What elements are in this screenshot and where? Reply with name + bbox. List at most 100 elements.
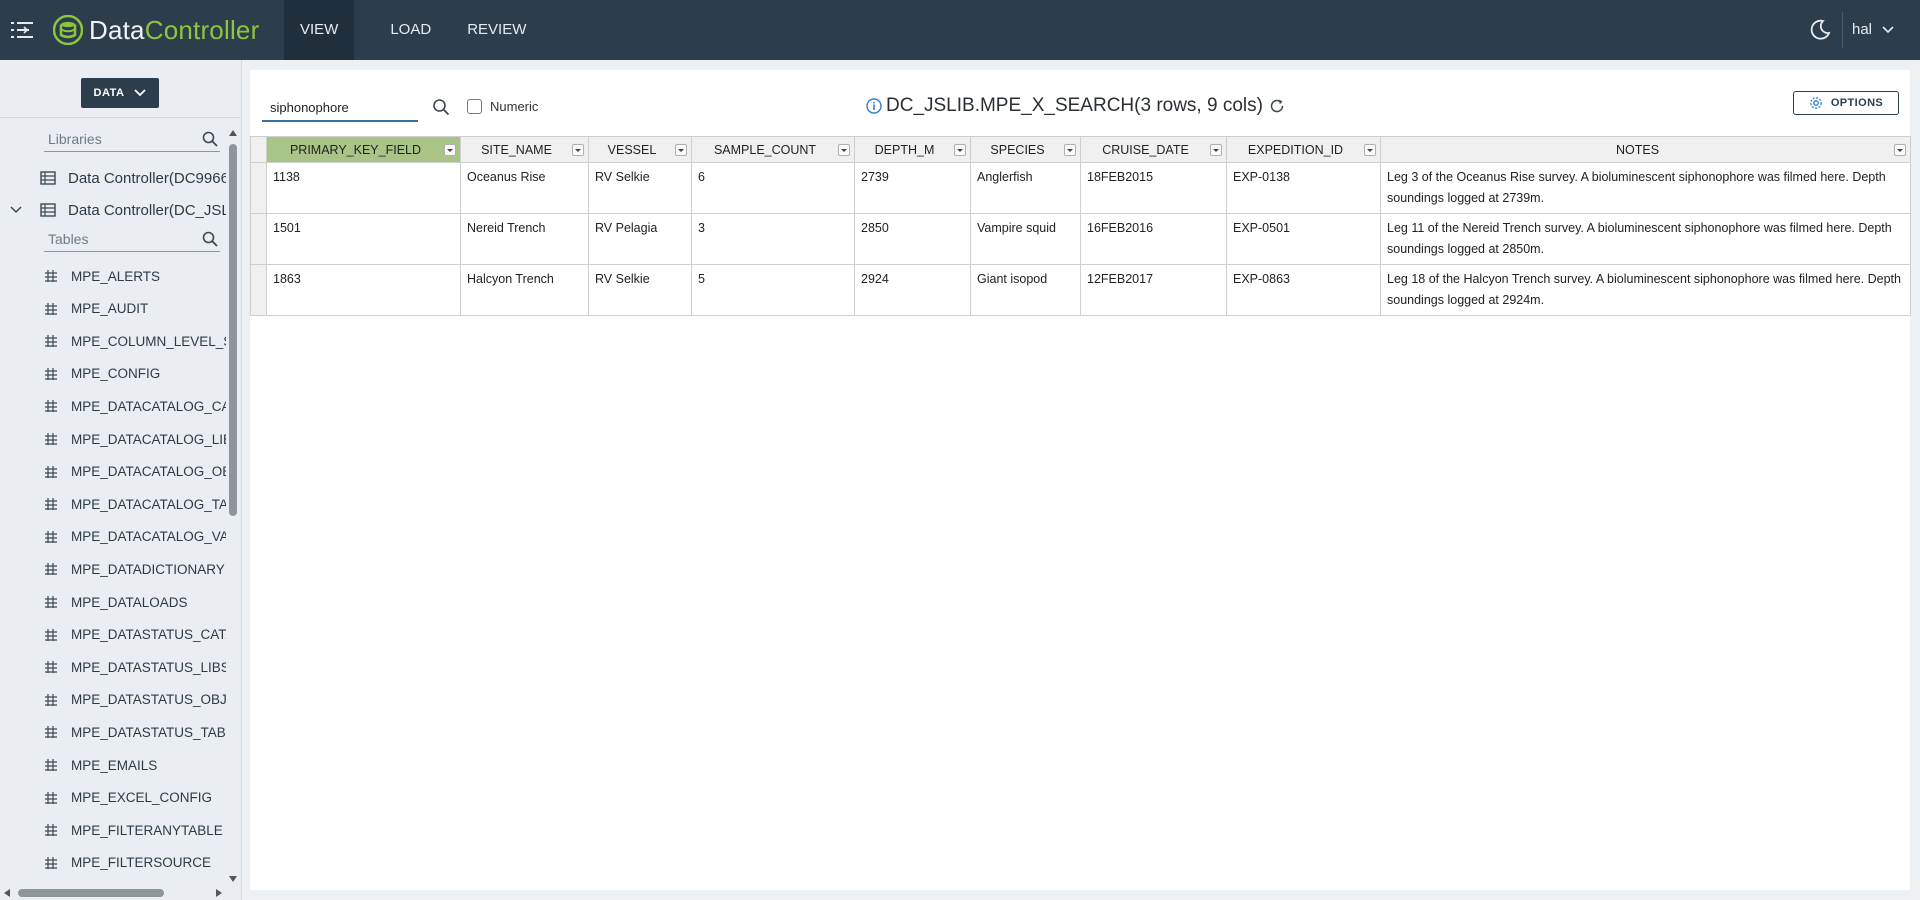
- table-cell[interactable]: RV Selkie: [588, 264, 692, 316]
- table-list-item[interactable]: MPE_DATADICTIONARY: [0, 554, 226, 584]
- column-header-sample-count[interactable]: SAMPLE_COUNT: [691, 136, 855, 163]
- library-item[interactable]: Data Controller(DC996664): [0, 163, 226, 193]
- table-cell[interactable]: RV Pelagia: [588, 213, 692, 265]
- grid-corner-cell[interactable]: [250, 136, 267, 163]
- table-cell[interactable]: Leg 11 of the Nereid Trench survey. A bi…: [1380, 213, 1911, 265]
- info-icon[interactable]: [866, 98, 882, 114]
- table-cell[interactable]: 12FEB2017: [1080, 264, 1227, 316]
- search-icon[interactable]: [432, 98, 450, 116]
- table-list-item[interactable]: MPE_DATACATALOG_CAT: [0, 391, 226, 421]
- column-header-cruise-date[interactable]: CRUISE_DATE: [1080, 136, 1227, 163]
- table-list-item[interactable]: MPE_DATASTATUS_OBJS: [0, 685, 226, 715]
- library-item-expanded[interactable]: Data Controller(DC_JSLIB): [0, 195, 226, 225]
- table-cell[interactable]: Nereid Trench: [460, 213, 589, 265]
- table-cell[interactable]: 2850: [854, 213, 971, 265]
- table-list-item[interactable]: MPE_FILTERSOURCE: [0, 848, 226, 878]
- tables-search-input[interactable]: Tables: [44, 228, 220, 252]
- scrollbar-thumb[interactable]: [229, 144, 237, 516]
- table-list-item[interactable]: MPE_CONFIG: [0, 359, 226, 389]
- table-list-item[interactable]: MPE_DATACATALOG_VARS: [0, 522, 226, 552]
- menu-toggle-icon[interactable]: [10, 19, 34, 41]
- column-dropdown-icon[interactable]: [1894, 144, 1906, 156]
- library-icon: [40, 203, 56, 217]
- scroll-right-arrow-icon[interactable]: [216, 889, 222, 897]
- column-header-notes[interactable]: NOTES: [1380, 136, 1911, 163]
- table-cell[interactable]: Giant isopod: [970, 264, 1081, 316]
- numeric-checkbox[interactable]: Numeric: [467, 99, 538, 114]
- table-cell[interactable]: Oceanus Rise: [460, 162, 589, 214]
- scrollbar-thumb[interactable]: [18, 889, 164, 897]
- row-header-cell[interactable]: [250, 162, 267, 214]
- table-cell[interactable]: 5: [691, 264, 855, 316]
- scroll-down-arrow-icon[interactable]: [229, 876, 237, 882]
- table-cell[interactable]: 16FEB2016: [1080, 213, 1227, 265]
- table-cell[interactable]: 1138: [266, 162, 461, 214]
- table-cell[interactable]: Vampire squid: [970, 213, 1081, 265]
- table-cell[interactable]: Halcyon Trench: [460, 264, 589, 316]
- column-dropdown-icon[interactable]: [1210, 144, 1222, 156]
- column-dropdown-icon[interactable]: [444, 144, 456, 156]
- table-cell[interactable]: 3: [691, 213, 855, 265]
- row-header-cell[interactable]: [250, 264, 267, 316]
- column-header-site-name[interactable]: SITE_NAME: [460, 136, 589, 163]
- table-cell[interactable]: 2739: [854, 162, 971, 214]
- column-header-expedition-id[interactable]: EXPEDITION_ID: [1226, 136, 1381, 163]
- table-cell[interactable]: 2924: [854, 264, 971, 316]
- chevron-down-icon[interactable]: [10, 205, 22, 215]
- refresh-icon[interactable]: [1269, 98, 1285, 114]
- column-header-species[interactable]: SPECIES: [970, 136, 1081, 163]
- table-cell[interactable]: EXP-0138: [1226, 162, 1381, 214]
- nav-load[interactable]: LOAD: [374, 0, 447, 60]
- libraries-search-input[interactable]: Libraries: [44, 128, 220, 152]
- table-list-item[interactable]: MPE_EMAILS: [0, 750, 226, 780]
- user-menu[interactable]: hal: [1852, 0, 1894, 60]
- table-list-item[interactable]: MPE_DATASTATUS_LIBS: [0, 652, 226, 682]
- scroll-up-arrow-icon[interactable]: [229, 130, 237, 136]
- app-logo[interactable]: DataController: [53, 14, 259, 46]
- table-cell[interactable]: Leg 3 of the Oceanus Rise survey. A biol…: [1380, 162, 1911, 214]
- table-cell[interactable]: EXP-0501: [1226, 213, 1381, 265]
- scroll-left-arrow-icon[interactable]: [4, 889, 10, 897]
- nav-review[interactable]: REVIEW: [451, 0, 542, 60]
- table-list-item[interactable]: MPE_AUDIT: [0, 294, 226, 324]
- table-list-item[interactable]: MPE_EXCEL_CONFIG: [0, 783, 226, 813]
- column-dropdown-icon[interactable]: [954, 144, 966, 156]
- table-cell[interactable]: EXP-0863: [1226, 264, 1381, 316]
- column-dropdown-icon[interactable]: [838, 144, 850, 156]
- options-button[interactable]: OPTIONS: [1793, 91, 1899, 115]
- table-cell[interactable]: Anglerfish: [970, 162, 1081, 214]
- data-select-button[interactable]: DATA: [81, 78, 159, 108]
- table-list-item[interactable]: MPE_FILTERANYTABLE: [0, 815, 226, 845]
- table-list-item[interactable]: MPE_DATACATALOG_LIBS: [0, 424, 226, 454]
- column-header-vessel[interactable]: VESSEL: [588, 136, 692, 163]
- dark-mode-moon-icon[interactable]: [1808, 18, 1832, 42]
- table-list-item[interactable]: MPE_COLUMN_LEVEL_SECURITY: [0, 326, 226, 356]
- filter-search-input[interactable]: siphonophore: [262, 94, 418, 122]
- column-dropdown-icon[interactable]: [675, 144, 687, 156]
- table-list-item[interactable]: MPE_DATACATALOG_OBJS: [0, 457, 226, 487]
- column-header-primary-key-field[interactable]: PRIMARY_KEY_FIELD: [266, 136, 461, 163]
- table-cell[interactable]: RV Selkie: [588, 162, 692, 214]
- nav-view[interactable]: VIEW: [284, 0, 355, 60]
- table-list-item[interactable]: MPE_DATALOADS: [0, 587, 226, 617]
- sidebar-vertical-scrollbar[interactable]: [226, 128, 240, 884]
- table-list-item[interactable]: MPE_ALERTS: [0, 261, 226, 291]
- column-header-label: SAMPLE_COUNT: [713, 142, 817, 157]
- row-header-cell[interactable]: [250, 213, 267, 265]
- table-list-item[interactable]: MPE_DATASTATUS_TABS: [0, 717, 226, 747]
- table-cell[interactable]: Leg 18 of the Halcyon Trench survey. A b…: [1380, 264, 1911, 316]
- table-list-item[interactable]: MPE_DATASTATUS_CATALOG: [0, 620, 226, 650]
- table-cell[interactable]: 18FEB2015: [1080, 162, 1227, 214]
- column-header-depth-m[interactable]: DEPTH_M: [854, 136, 971, 163]
- column-dropdown-icon[interactable]: [1364, 144, 1376, 156]
- table-list-item[interactable]: MPE_DATACATALOG_TABS: [0, 489, 226, 519]
- column-dropdown-icon[interactable]: [1064, 144, 1076, 156]
- sidebar-horizontal-scrollbar[interactable]: [0, 886, 226, 900]
- table-cell[interactable]: 1501: [266, 213, 461, 265]
- table-cell[interactable]: 6: [691, 162, 855, 214]
- search-icon[interactable]: [202, 231, 218, 247]
- checkbox-box[interactable]: [467, 99, 482, 114]
- column-dropdown-icon[interactable]: [572, 144, 584, 156]
- table-cell[interactable]: 1863: [266, 264, 461, 316]
- search-icon[interactable]: [202, 131, 218, 147]
